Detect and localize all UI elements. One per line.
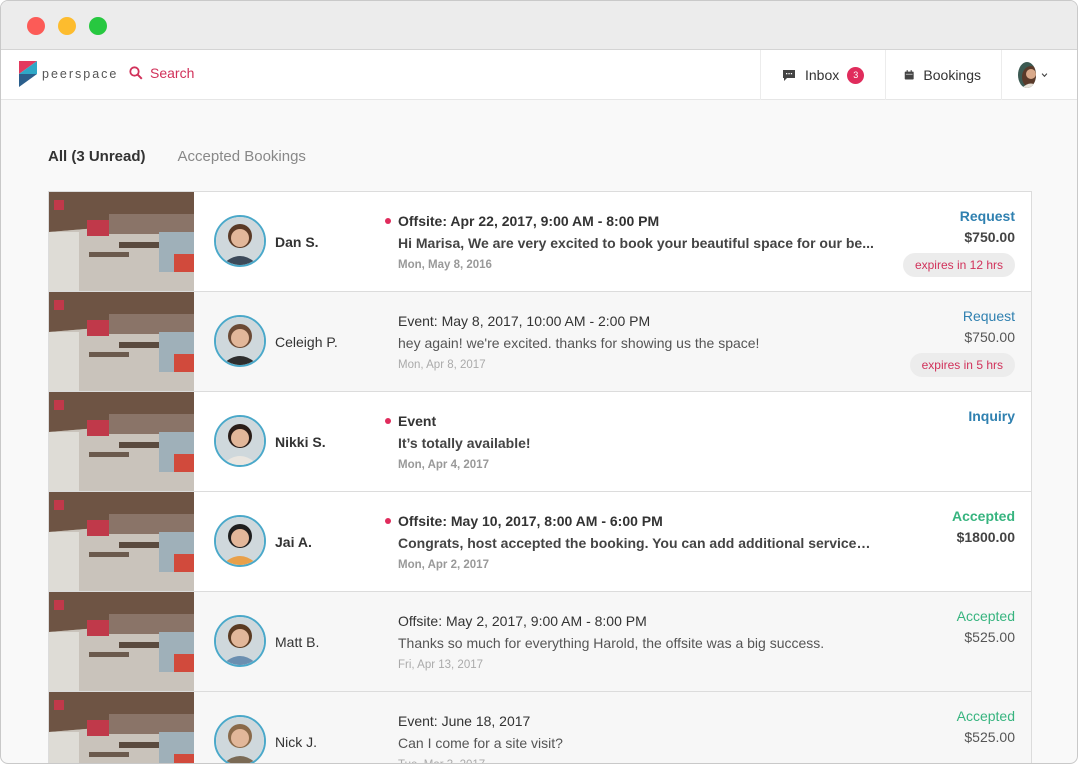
message-preview: Event: May 8, 2017, 10:00 AM - 2:00 PM h… — [398, 313, 878, 371]
calendar-icon — [904, 70, 914, 80]
unread-dot — [385, 218, 391, 224]
inbox-unread-badge: 3 — [847, 66, 865, 84]
peerspace-logo-icon — [19, 61, 37, 87]
message-date: Mon, Apr 2, 2017 — [398, 559, 489, 571]
status-label: Request — [962, 308, 1015, 324]
message-date: Tue, Mar 3, 2017 — [398, 759, 878, 763]
message-snippet: Hi Marisa, We are very excited to book y… — [398, 235, 874, 251]
unread-dot — [385, 418, 391, 424]
guest-avatar — [214, 615, 266, 667]
user-avatar — [1018, 62, 1037, 88]
message-date: Mon, Apr 4, 2017 — [398, 459, 489, 471]
message-snippet: It’s totally available! — [398, 435, 531, 451]
nav-inbox[interactable]: Inbox 3 — [760, 50, 885, 100]
booking-price: $525.00 — [964, 729, 1015, 745]
search-icon — [129, 66, 143, 80]
message-title: Offsite: May 10, 2017, 8:00 AM - 6:00 PM — [398, 513, 663, 529]
browser-window: peerspace Search Inbox 3 Bookings All (3… — [0, 0, 1078, 764]
message-title: Event: May 8, 2017, 10:00 AM - 2:00 PM — [398, 313, 651, 329]
message-title: Event — [398, 413, 437, 429]
message-snippet: Can I come for a site visit? — [398, 735, 563, 751]
guest-name: Celeigh P. — [275, 334, 338, 350]
booking-price: $750.00 — [964, 329, 1015, 345]
message-list: Dan S. Offsite: Apr 22, 2017, 9:00 AM - … — [48, 191, 1032, 763]
guest-name: Jai A. — [275, 534, 312, 550]
space-thumbnail — [49, 592, 194, 691]
message-title: Event: June 18, 2017 — [398, 713, 531, 729]
booking-status: Request $750.00 expires in 5 hrs — [909, 308, 1015, 377]
peerspace-logo[interactable]: peerspace — [19, 61, 118, 87]
booking-status: Request $750.00 expires in 12 hrs — [902, 208, 1015, 277]
inbox-tabs: All (3 Unread) Accepted Bookings — [48, 148, 338, 165]
tab-accepted-bookings[interactable]: Accepted Bookings — [178, 148, 306, 165]
message-snippet: hey again! we're excited. thanks for sho… — [398, 335, 760, 351]
message-title: Offsite: May 2, 2017, 9:00 AM - 8:00 PM — [398, 613, 647, 629]
space-thumbnail — [49, 292, 194, 391]
search-label: Search — [150, 65, 195, 81]
close-window-button[interactable] — [27, 17, 45, 35]
status-label: Accepted — [951, 508, 1015, 524]
guest-avatar — [214, 715, 266, 763]
guest-avatar — [214, 515, 266, 567]
guest-avatar — [214, 415, 266, 467]
status-label: Accepted — [956, 608, 1015, 624]
chat-icon — [783, 69, 795, 81]
logo-text: peerspace — [42, 67, 119, 81]
guest-name: Matt B. — [275, 634, 320, 650]
guest-name: Nick J. — [275, 734, 317, 750]
message-snippet: Thanks so much for everything Harold, th… — [398, 635, 825, 651]
message-row[interactable]: Jai A. Offsite: May 10, 2017, 8:00 AM - … — [49, 492, 1031, 592]
message-row[interactable]: Matt B. Offsite: May 2, 2017, 9:00 AM - … — [49, 592, 1031, 692]
message-row[interactable]: Nick J. Event: June 18, 2017 Can I come … — [49, 692, 1031, 763]
guest-name: Nikki S. — [275, 434, 326, 450]
message-snippet: Congrats, host accepted the booking. You… — [398, 535, 878, 551]
bookings-label: Bookings — [923, 67, 981, 83]
message-date: Fri, Apr 13, 2017 — [398, 659, 484, 671]
status-label: Request — [959, 208, 1015, 224]
booking-price: $525.00 — [964, 629, 1015, 645]
message-date: Mon, May 8, 2016 — [398, 259, 492, 271]
booking-status: Accepted $525.00 — [957, 708, 1015, 745]
search-button[interactable]: Search — [129, 65, 194, 81]
guest-avatar — [214, 215, 266, 267]
guest-avatar — [214, 315, 266, 367]
message-row[interactable]: Celeigh P. Event: May 8, 2017, 10:00 AM … — [49, 292, 1031, 392]
message-preview: Event It’s totally available! Mon, Apr 4… — [398, 413, 878, 471]
space-thumbnail — [49, 192, 194, 291]
expires-badge: expires in 12 hrs — [902, 253, 1015, 277]
message-preview: Event: June 18, 2017 Can I come for a si… — [398, 713, 878, 763]
message-preview: Offsite: May 10, 2017, 8:00 AM - 6:00 PM… — [398, 513, 878, 571]
chevron-down-icon — [1041, 73, 1048, 78]
booking-status: Accepted $525.00 — [957, 608, 1015, 645]
message-title: Offsite: Apr 22, 2017, 9:00 AM - 8:00 PM — [398, 213, 660, 229]
booking-price: $1800.00 — [956, 529, 1015, 545]
booking-status: Accepted $1800.00 — [952, 508, 1015, 545]
message-preview: Offsite: May 2, 2017, 9:00 AM - 8:00 PM … — [398, 613, 878, 671]
maximize-window-button[interactable] — [89, 17, 107, 35]
tab-all[interactable]: All (3 Unread) — [48, 148, 146, 165]
window-titlebar — [1, 1, 1077, 50]
guest-name: Dan S. — [275, 234, 319, 250]
booking-status: Inquiry — [968, 408, 1015, 424]
user-menu[interactable] — [1001, 50, 1077, 100]
message-row[interactable]: Dan S. Offsite: Apr 22, 2017, 9:00 AM - … — [49, 192, 1031, 292]
inbox-label: Inbox — [805, 67, 840, 83]
booking-price: $750.00 — [964, 229, 1015, 245]
space-thumbnail — [49, 692, 194, 763]
status-label: Inquiry — [968, 408, 1015, 424]
nav-bookings[interactable]: Bookings — [885, 50, 1001, 100]
unread-dot — [385, 518, 391, 524]
top-navbar: peerspace Search Inbox 3 Bookings — [1, 50, 1077, 100]
space-thumbnail — [49, 492, 194, 591]
status-label: Accepted — [956, 708, 1015, 724]
space-thumbnail — [49, 392, 194, 491]
message-preview: Offsite: Apr 22, 2017, 9:00 AM - 8:00 PM… — [398, 213, 878, 271]
message-row[interactable]: Nikki S. Event It’s totally available! M… — [49, 392, 1031, 492]
expires-badge: expires in 5 hrs — [909, 353, 1015, 377]
minimize-window-button[interactable] — [58, 17, 76, 35]
message-date: Mon, Apr 8, 2017 — [398, 359, 486, 371]
